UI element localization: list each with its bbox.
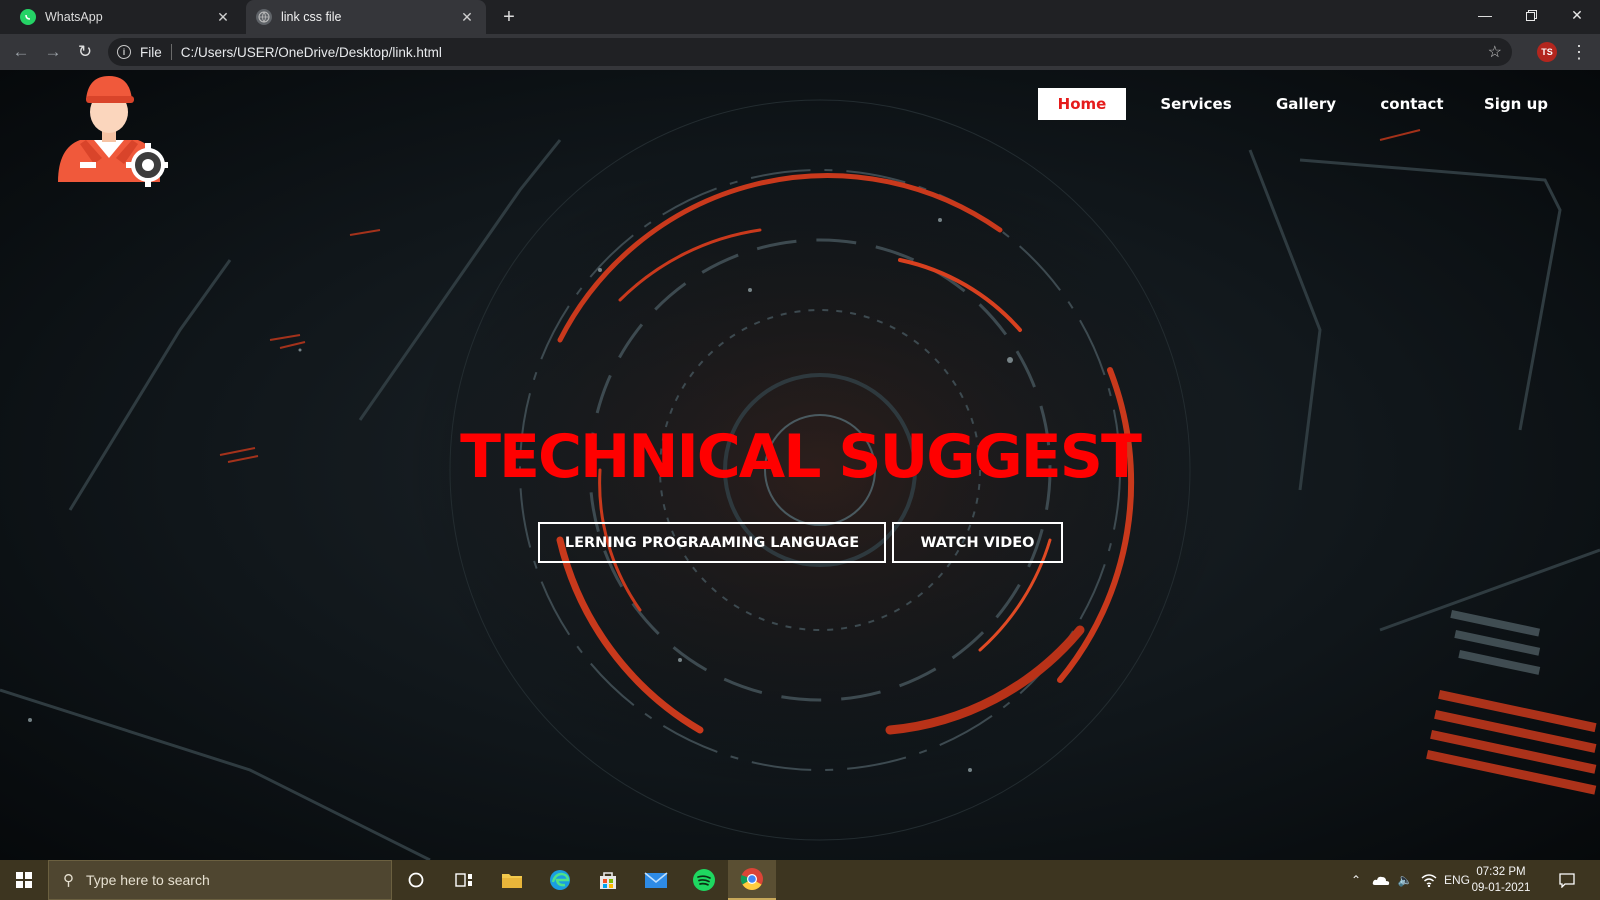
close-window-button[interactable]: ✕	[1554, 0, 1600, 30]
file-explorer-icon[interactable]	[488, 860, 536, 900]
cortana-icon[interactable]	[392, 860, 440, 900]
reload-icon[interactable]: ↻	[72, 39, 98, 65]
spotify-icon[interactable]	[680, 860, 728, 900]
forward-arrow-icon[interactable]: →	[40, 39, 66, 65]
extension-icon[interactable]: TS	[1537, 42, 1557, 62]
menu-dots-icon[interactable]: ⋮	[1570, 40, 1588, 64]
tab-title: link css file	[281, 10, 342, 24]
wifi-icon[interactable]	[1418, 860, 1440, 900]
nav-signup-link[interactable]: Sign up	[1474, 88, 1558, 120]
notification-icon[interactable]	[1552, 860, 1582, 900]
chevron-up-icon[interactable]: ⌃	[1346, 860, 1366, 900]
search-placeholder: Type here to search	[86, 872, 210, 888]
search-icon: ⚲	[63, 872, 74, 889]
browser-tabstrip: WhatsApp ✕ link css file ✕ + — ✕	[0, 0, 1600, 34]
whatsapp-icon	[20, 9, 36, 25]
taskbar-search-input[interactable]: ⚲ Type here to search	[48, 860, 392, 900]
chrome-icon[interactable]	[728, 860, 776, 900]
back-arrow-icon[interactable]: ←	[8, 39, 34, 65]
restore-button[interactable]	[1508, 0, 1554, 30]
web-page: Home Services Gallery contact Sign up TE…	[0, 70, 1600, 860]
nav-services-link[interactable]: Services	[1150, 88, 1242, 120]
globe-icon	[256, 9, 272, 25]
minimize-button[interactable]: —	[1462, 0, 1508, 30]
taskbar-clock[interactable]: 07:32 PM 09-01-2021	[1466, 864, 1536, 896]
tab-whatsapp[interactable]: WhatsApp ✕	[10, 0, 242, 34]
hero-buttons: LERNING PROGRAAMING LANGUAGE WATCH VIDEO	[538, 522, 1063, 563]
tab-link-css-file[interactable]: link css file ✕	[246, 0, 486, 34]
edge-icon[interactable]	[536, 860, 584, 900]
nav-contact-link[interactable]: contact	[1372, 88, 1452, 120]
onedrive-cloud-icon[interactable]	[1368, 860, 1394, 900]
close-icon[interactable]: ✕	[458, 8, 476, 26]
tab-title: WhatsApp	[45, 10, 103, 24]
watch-video-button[interactable]: WATCH VIDEO	[892, 522, 1063, 563]
bookmark-star-icon[interactable]: ☆	[1488, 42, 1502, 62]
nav-home-link[interactable]: Home	[1038, 88, 1126, 120]
windows-taskbar: ⚲ Type here to search ⌃ 🔈 ENG 07:32 PM 0…	[0, 860, 1600, 900]
address-url[interactable]: C:/Users/USER/OneDrive/Desktop/link.html	[181, 45, 442, 60]
windows-start-icon[interactable]	[0, 860, 48, 900]
info-icon[interactable]: i	[117, 45, 131, 59]
address-bar[interactable]: i File C:/Users/USER/OneDrive/Desktop/li…	[108, 38, 1512, 66]
site-navbar: Home Services Gallery contact Sign up	[1038, 88, 1568, 120]
learning-language-button[interactable]: LERNING PROGRAAMING LANGUAGE	[538, 522, 886, 563]
store-icon[interactable]	[584, 860, 632, 900]
task-view-icon[interactable]	[440, 860, 488, 900]
close-icon[interactable]: ✕	[214, 8, 232, 26]
new-tab-button[interactable]: +	[496, 4, 522, 30]
mail-icon[interactable]	[632, 860, 680, 900]
clock-date: 09-01-2021	[1471, 882, 1531, 894]
hero-title: TECHNICAL SUGGEST	[460, 422, 1142, 492]
volume-icon[interactable]: 🔈	[1394, 860, 1416, 900]
address-divider	[170, 44, 172, 60]
clock-time: 07:32 PM	[1476, 866, 1526, 878]
mechanic-avatar-logo[interactable]	[50, 70, 168, 188]
nav-gallery-link[interactable]: Gallery	[1266, 88, 1346, 120]
browser-toolbar: ← → ↻ i File C:/Users/USER/OneDrive/Desk…	[0, 34, 1600, 70]
address-scheme: File	[140, 44, 162, 60]
